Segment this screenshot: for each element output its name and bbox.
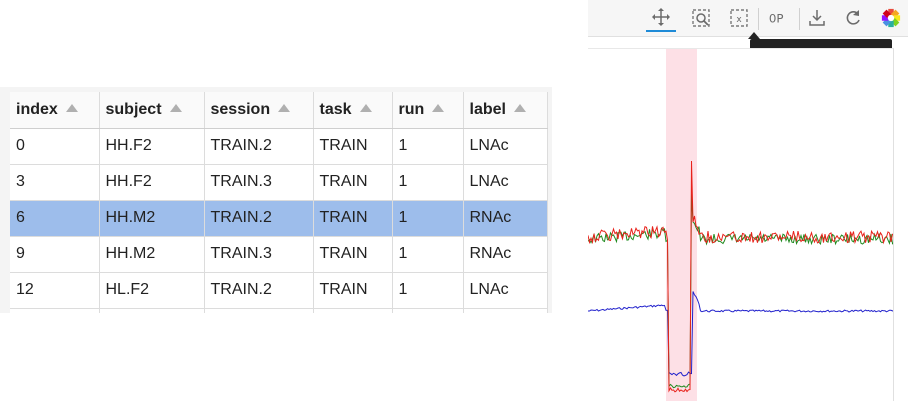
plot-area[interactable] [588, 48, 894, 401]
cell-label[interactable]: RNAc [463, 236, 548, 273]
plot-canvas[interactable] [588, 49, 894, 401]
cell-run[interactable]: 1 [392, 272, 464, 309]
pan-tool-button[interactable] [646, 4, 676, 32]
sort-arrow-icon[interactable] [65, 103, 78, 112]
toolbar-divider [799, 8, 800, 30]
table-row[interactable]: 9 HH.M2 TRAIN.3 TRAIN 1 RNAc [10, 236, 548, 273]
column-label: run [398, 100, 425, 118]
reset-icon [846, 10, 860, 25]
table-container: index subject session task run label 0 H… [0, 87, 552, 313]
box-zoom-icon [692, 9, 710, 27]
cell-index[interactable]: 3 [10, 164, 100, 201]
column-header-task[interactable]: task [313, 92, 393, 129]
bokeh-logo-button[interactable] [876, 4, 906, 32]
table-body: 0 HH.F2 TRAIN.2 TRAIN 1 LNAc 3 HH.F2 TRA… [10, 128, 548, 313]
svg-text:0P: 0P [769, 12, 784, 26]
column-label: task [319, 100, 352, 118]
cell-task[interactable]: TRAIN [313, 164, 393, 201]
sort-arrow-icon[interactable] [278, 103, 291, 112]
cell-task[interactable]: TRAIN [313, 236, 393, 273]
cell-session[interactable]: TRAIN.3 [204, 236, 314, 273]
cell-session[interactable]: TRAIN.2 [204, 200, 314, 237]
cell-subject[interactable]: HH.F2 [99, 164, 205, 201]
cell-empty [10, 308, 100, 313]
cell-index[interactable]: 0 [10, 128, 100, 165]
cell-task[interactable]: TRAIN [313, 200, 393, 237]
cell-label[interactable]: RNAc [463, 200, 548, 237]
plot-panel: x 0P [588, 0, 908, 401]
column-label: subject [105, 100, 162, 118]
cell-run[interactable]: 1 [392, 128, 464, 165]
point-draw-tool-button[interactable]: 0P [763, 4, 793, 32]
column-header-index[interactable]: index [10, 92, 100, 129]
cell-task[interactable]: TRAIN [313, 128, 393, 165]
cell-label[interactable]: LNAc [463, 272, 548, 309]
table-row[interactable] [10, 308, 548, 313]
reset-tool-button[interactable] [838, 4, 868, 32]
table-row[interactable]: 3 HH.F2 TRAIN.3 TRAIN 1 LNAc [10, 164, 548, 201]
sort-arrow-icon[interactable] [359, 103, 372, 112]
data-table: index subject session task run label 0 H… [10, 92, 548, 313]
pan-icon [652, 8, 670, 26]
sort-arrow-icon[interactable] [169, 103, 182, 112]
tooltip-arrow [748, 32, 760, 39]
cell-subject[interactable]: HH.M2 [99, 200, 205, 237]
cell-index[interactable]: 6 [10, 200, 100, 237]
column-header-session[interactable]: session [204, 92, 314, 129]
bokeh-logo [881, 8, 901, 28]
app-root: index subject session task run label 0 H… [0, 0, 908, 401]
sort-arrow-icon[interactable] [432, 103, 445, 112]
cell-run[interactable]: 1 [392, 200, 464, 237]
trace-red [588, 160, 893, 393]
cell-empty [313, 308, 393, 313]
cell-index[interactable]: 12 [10, 272, 100, 309]
box-select-tool-button[interactable]: x [724, 4, 754, 32]
cell-session[interactable]: TRAIN.3 [204, 164, 314, 201]
table-header-row: index subject session task run label [10, 92, 548, 129]
sort-arrow-icon[interactable] [513, 103, 526, 112]
cell-empty [463, 308, 548, 313]
cell-session[interactable]: TRAIN.2 [204, 272, 314, 309]
cell-subject[interactable]: HH.M2 [99, 236, 205, 273]
cell-label[interactable]: LNAc [463, 164, 548, 201]
toolbar-divider [758, 8, 759, 30]
column-label: session [210, 100, 271, 118]
box-select-icon: x [730, 9, 748, 27]
cell-run[interactable]: 1 [392, 236, 464, 273]
table-row[interactable]: 6 HH.M2 TRAIN.2 TRAIN 1 RNAc [10, 200, 548, 237]
column-header-label[interactable]: label [463, 92, 548, 129]
box-zoom-tool-button[interactable] [686, 4, 716, 32]
column-header-subject[interactable]: subject [99, 92, 205, 129]
cell-run[interactable]: 1 [392, 164, 464, 201]
cell-subject[interactable]: HH.F2 [99, 128, 205, 165]
cell-index[interactable]: 9 [10, 236, 100, 273]
trace-blue [588, 291, 893, 377]
save-icon [809, 10, 825, 26]
cell-empty [204, 308, 314, 313]
point-draw-icon: 0P [769, 12, 784, 26]
cell-subject[interactable]: HL.F2 [99, 272, 205, 309]
table-row[interactable]: 12 HL.F2 TRAIN.2 TRAIN 1 LNAc [10, 272, 548, 309]
cell-task[interactable]: TRAIN [313, 272, 393, 309]
column-label: label [469, 100, 506, 118]
column-label: index [16, 100, 58, 118]
cell-empty [392, 308, 464, 313]
cell-session[interactable]: TRAIN.2 [204, 128, 314, 165]
save-tool-button[interactable] [802, 4, 832, 32]
cell-label[interactable]: LNAc [463, 128, 548, 165]
table-row[interactable]: 0 HH.F2 TRAIN.2 TRAIN 1 LNAc [10, 128, 548, 165]
svg-text:x: x [736, 15, 742, 25]
cell-empty [99, 308, 205, 313]
column-header-run[interactable]: run [392, 92, 464, 129]
trace-green [588, 193, 893, 389]
